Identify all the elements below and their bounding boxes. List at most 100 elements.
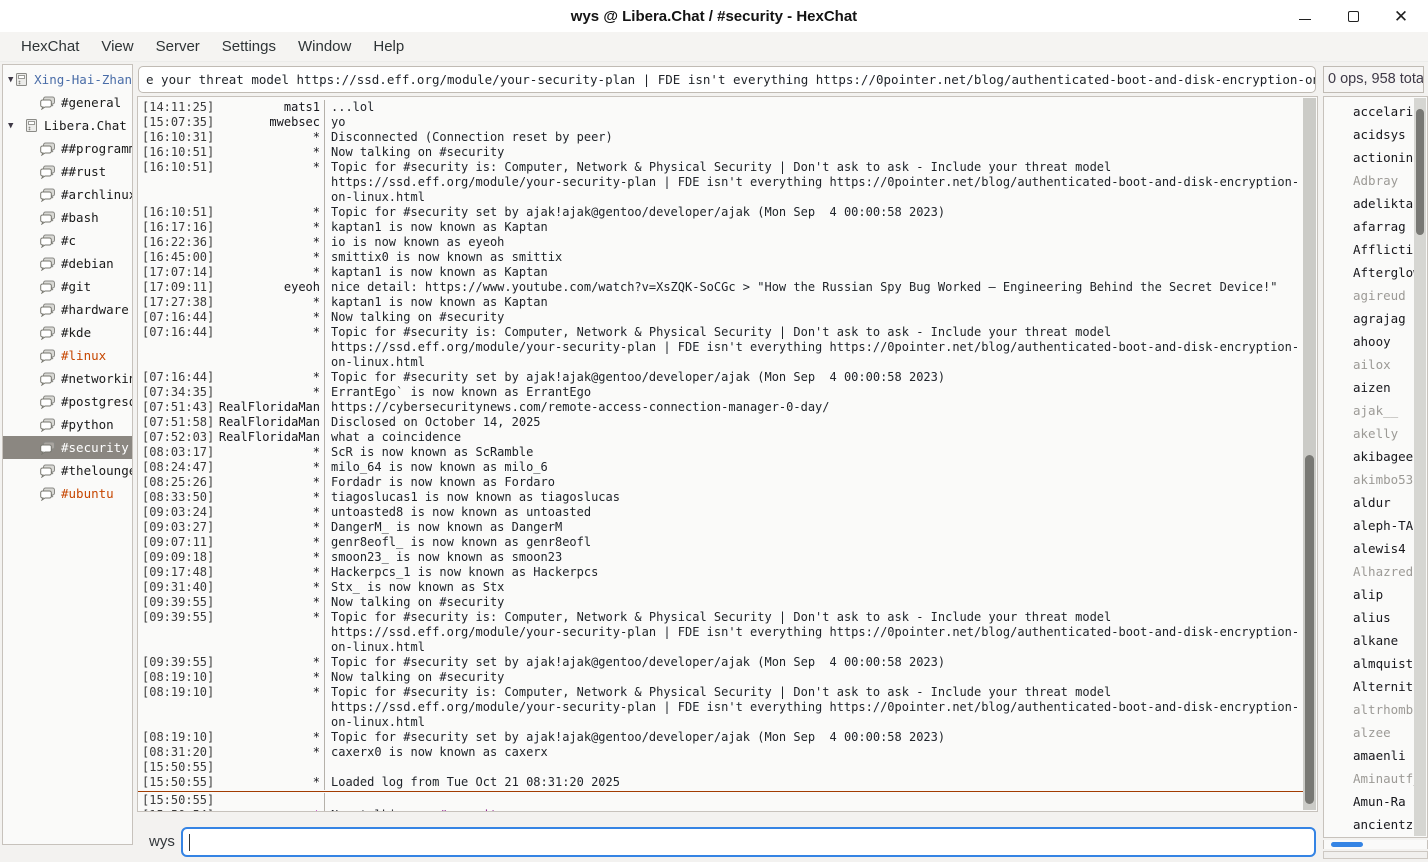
menu-item-view[interactable]: View (90, 32, 144, 61)
userlist-item-aizen[interactable]: aizen (1324, 376, 1415, 399)
userlist-item-altrhombu[interactable]: altrhombu (1324, 698, 1415, 721)
userlist-item-afterglow[interactable]: Afterglow (1324, 261, 1415, 284)
tree-channel--thelounge[interactable]: #thelounge (3, 459, 132, 482)
chat-scrollbar[interactable] (1303, 98, 1316, 810)
userlist-item-ahooy[interactable]: ahooy (1324, 330, 1415, 353)
minimize-icon[interactable] (1294, 5, 1316, 27)
tree-channel--git[interactable]: #git (3, 275, 132, 298)
message-text: https://cybersecuritynews.com/remote-acc… (324, 400, 1303, 415)
userlist-hscrollbar[interactable] (1323, 840, 1428, 849)
channel-icon (40, 326, 56, 340)
tree-channel--rust[interactable]: ##rust (3, 160, 132, 183)
userlist-item-actioninj[interactable]: actioninj (1324, 146, 1415, 169)
userlist-item-alius[interactable]: alius (1324, 606, 1415, 629)
message-nick: * (218, 730, 320, 745)
userlist-item-akimbo533[interactable]: akimbo533 (1324, 468, 1415, 491)
userlist-item-ancientz[interactable]: ancientz (1324, 813, 1415, 836)
userlist-item-almquist[interactable]: almquist (1324, 652, 1415, 675)
userlist-item-akelly[interactable]: akelly (1324, 422, 1415, 445)
menu-item-hexchat[interactable]: HexChat (10, 32, 90, 61)
tree-channel--programming[interactable]: ##programming (3, 137, 132, 160)
menu-item-settings[interactable]: Settings (211, 32, 287, 61)
message-text: caxerx0 is now known as caxerx (324, 745, 1303, 760)
tree-channel--python[interactable]: #python (3, 413, 132, 436)
tree-channel--postgresql[interactable]: #postgresql (3, 390, 132, 413)
userlist-scrollbar-thumb[interactable] (1416, 109, 1424, 234)
userlist-item-aminautf_[interactable]: Aminautf_ (1324, 767, 1415, 790)
message-nick: * (218, 610, 320, 625)
tree-channel--archlinux[interactable]: #archlinux (3, 183, 132, 206)
userlist-item-amaenli[interactable]: amaenli (1324, 744, 1415, 767)
menu-item-window[interactable]: Window (287, 32, 362, 61)
chat-scrollbar-thumb[interactable] (1305, 455, 1314, 804)
userlist-item-afarrag[interactable]: afarrag (1324, 215, 1415, 238)
timestamp: [08:19:10] (138, 685, 218, 700)
message-text: Now talking on #security (324, 145, 1303, 160)
maximize-icon[interactable] (1342, 5, 1364, 27)
tree-channel--general[interactable]: #general (3, 91, 132, 114)
message-nick: RealFloridaMan (218, 430, 320, 445)
menu-item-help[interactable]: Help (362, 32, 415, 61)
userlist-item-alternity[interactable]: Alternity (1324, 675, 1415, 698)
tree-channel--bash[interactable]: #bash (3, 206, 132, 229)
userlist-item-adeliktas[interactable]: adeliktas (1324, 192, 1415, 215)
userlist-item-alewis4[interactable]: alewis4 (1324, 537, 1415, 560)
tree-channel--networking[interactable]: #networking (3, 367, 132, 390)
userlist-item-aldur[interactable]: aldur (1324, 491, 1415, 514)
tree-item-label: #general (61, 95, 121, 110)
chat-message: [08:19:10]*Now talking on #security (138, 670, 1303, 685)
tree-channel--kde[interactable]: #kde (3, 321, 132, 344)
userlist-item-akibageek[interactable]: akibageek (1324, 445, 1415, 468)
message-text: Stx_ is now known as Stx (324, 580, 1303, 595)
userlist-item-ajak__[interactable]: ajak__ (1324, 399, 1415, 422)
timestamp: [15:50:55] (138, 775, 218, 790)
userlist-item-accelario[interactable]: accelario (1324, 100, 1415, 123)
window-controls: ✕ (1294, 0, 1418, 32)
message-text: ErrantEgo` is now known as ErrantEgo (324, 385, 1303, 400)
topic-input[interactable]: e your threat model https://ssd.eff.org/… (138, 66, 1316, 93)
userlist-item-agrajag[interactable]: agrajag (1324, 307, 1415, 330)
tree-channel--linux[interactable]: #linux (3, 344, 132, 367)
tree-channel--hardware[interactable]: #hardware (3, 298, 132, 321)
userlist-item-affliction[interactable]: Affliction (1324, 238, 1415, 261)
userlist-item-alzee[interactable]: alzee (1324, 721, 1415, 744)
message-nick: * (218, 565, 320, 580)
chat-log: [14:11:25]mats1...lol[15:07:35]mwebsecyo… (138, 97, 1303, 811)
userlist-hscrollbar-thumb[interactable] (1331, 842, 1363, 847)
tree-item-label: Xing-Hai-Zhan (34, 72, 132, 87)
userlist-item-adbray[interactable]: Adbray (1324, 169, 1415, 192)
message-nick: * (218, 655, 320, 670)
timestamp: [08:33:50] (138, 490, 218, 505)
userlist-item-agireud[interactable]: agireud (1324, 284, 1415, 307)
tree-channel--security[interactable]: #security (3, 436, 132, 459)
tree-channel--ubuntu[interactable]: #ubuntu (3, 482, 132, 505)
timestamp: [17:27:38] (138, 295, 218, 310)
chat-message: [17:27:38]*kaptan1 is now known as Kapta… (138, 295, 1303, 310)
timestamp: [15:50:54] (138, 808, 218, 811)
userlist-item-alip[interactable]: alip (1324, 583, 1415, 606)
userlist-item-alhazred[interactable]: Alhazred (1324, 560, 1415, 583)
timestamp: [16:10:51] (138, 205, 218, 220)
expander-icon[interactable]: ▼ (8, 121, 24, 131)
tree-network-libera-chat[interactable]: ▼Libera.Chat (3, 114, 132, 137)
chat-message: [15:50:54]*Now talking on #security (138, 808, 1303, 811)
menu-item-server[interactable]: Server (145, 32, 211, 61)
message-nick: * (218, 445, 320, 460)
close-icon[interactable]: ✕ (1390, 5, 1412, 27)
userlist-item-aleph-ta[interactable]: aleph-TA (1324, 514, 1415, 537)
tree-network-xing-hai-zhan[interactable]: ▼Xing-Hai-Zhan (3, 68, 132, 91)
userlist-item-alkane[interactable]: alkane (1324, 629, 1415, 652)
userlist-item-amun-ra[interactable]: Amun-Ra (1324, 790, 1415, 813)
tree-item-label: #bash (61, 210, 99, 225)
user-list: accelarioacidsysactioninjAdbrayadeliktas… (1324, 100, 1415, 837)
tree-item-label: ##rust (61, 164, 106, 179)
message-nick: * (218, 775, 320, 790)
tree-channel--c[interactable]: #c (3, 229, 132, 252)
tree-item-label: #kde (61, 325, 91, 340)
message-text: io is now known as eyeoh (324, 235, 1303, 250)
userlist-scrollbar[interactable] (1414, 98, 1426, 836)
userlist-item-acidsys[interactable]: acidsys (1324, 123, 1415, 146)
tree-channel--debian[interactable]: #debian (3, 252, 132, 275)
message-input[interactable] (181, 827, 1316, 857)
userlist-item-ailox[interactable]: ailox (1324, 353, 1415, 376)
